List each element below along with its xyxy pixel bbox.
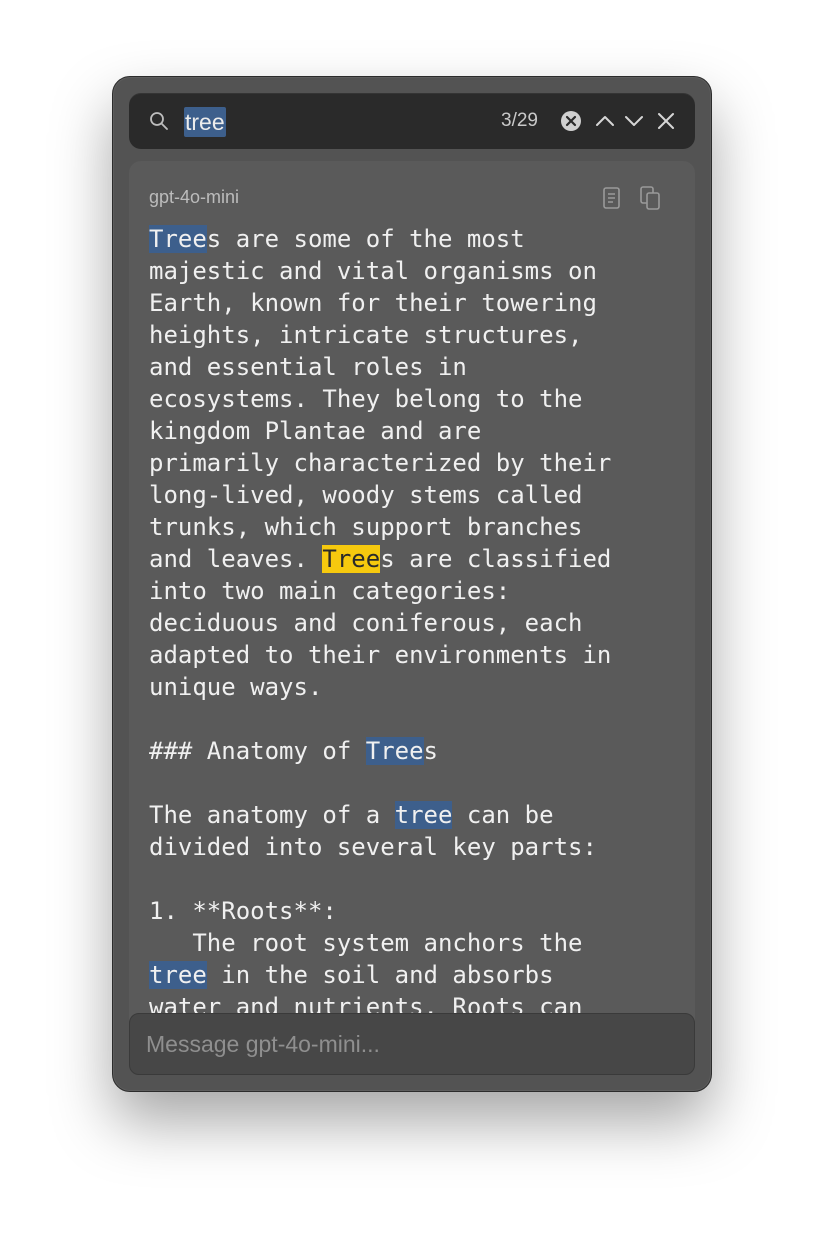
search-match: Tree	[149, 225, 207, 253]
text-run: s are some of the most	[206, 225, 525, 253]
text-run: ecosystems. They belong to the	[149, 385, 583, 413]
find-bar: tree 3/29	[129, 93, 695, 149]
text-run: in the soil and absorbs	[206, 961, 554, 989]
message-line: The root system anchors the	[149, 927, 689, 959]
text-run: primarily characterized by their	[149, 449, 612, 477]
text-run: Earth, known for their towering	[149, 289, 597, 317]
close-icon[interactable]	[654, 109, 678, 133]
model-name: gpt-4o-mini	[149, 187, 240, 207]
message-line: trunks, which support branches	[149, 511, 689, 543]
text-run: s are classified	[380, 545, 612, 573]
clear-search-icon[interactable]	[559, 109, 583, 133]
text-run: and leaves.	[149, 545, 323, 573]
message-line: and essential roles in	[149, 351, 689, 383]
text-run: divided into several key parts:	[149, 833, 597, 861]
search-icon	[150, 112, 168, 130]
message-line: kingdom Plantae and are	[149, 415, 689, 447]
document-icon[interactable]	[601, 185, 623, 211]
message-line: 1. **Roots**:	[149, 895, 689, 927]
message-line: heights, intricate structures,	[149, 319, 689, 351]
text-run: majestic and vital organisms on	[149, 257, 597, 285]
message-body: Trees are some of the most majestic and v…	[149, 223, 689, 1021]
chat-window: tree 3/29 gpt-4o-mini Trees are some of …	[112, 76, 712, 1092]
text-run: The anatomy of a	[149, 801, 395, 829]
assistant-message: gpt-4o-mini Trees are some of the most ma…	[129, 161, 695, 1021]
text-run: s	[423, 737, 438, 765]
message-line	[149, 863, 689, 895]
message-line: Earth, known for their towering	[149, 287, 689, 319]
message-line: tree in the soil and absorbs	[149, 959, 689, 991]
message-line: majestic and vital organisms on	[149, 255, 689, 287]
message-line: into two main categories:	[149, 575, 689, 607]
message-line: divided into several key parts:	[149, 831, 689, 863]
chevron-up-icon[interactable]	[593, 109, 617, 133]
text-run: can be	[452, 801, 554, 829]
find-input[interactable]: tree	[184, 107, 226, 137]
text-run: ### Anatomy of	[149, 737, 366, 765]
message-line: unique ways.	[149, 671, 689, 703]
message-line: Trees are some of the most	[149, 223, 689, 255]
message-line	[149, 767, 689, 799]
message-line: primarily characterized by their	[149, 447, 689, 479]
composer	[129, 1013, 695, 1075]
text-run: and essential roles in	[149, 353, 467, 381]
text-run: long-lived, woody stems called	[149, 481, 583, 509]
text-run: 1. **Roots**:	[149, 897, 337, 925]
message-line: long-lived, woody stems called	[149, 479, 689, 511]
search-match: Tree	[365, 737, 424, 765]
text-run: The root system anchors the	[149, 929, 583, 957]
message-line: deciduous and coniferous, each	[149, 607, 689, 639]
message-line	[149, 703, 689, 735]
text-run: deciduous and coniferous, each	[149, 609, 583, 637]
search-match: tree	[394, 801, 453, 829]
message-line: adapted to their environments in	[149, 639, 689, 671]
message-line: ### Anatomy of Trees	[149, 735, 689, 767]
text-run: kingdom Plantae and are	[149, 417, 482, 445]
message-line: The anatomy of a tree can be	[149, 799, 689, 831]
current-search-match: Tree	[322, 545, 381, 573]
copy-icon[interactable]	[639, 185, 661, 211]
text-run: into two main categories:	[149, 577, 511, 605]
search-match: tree	[149, 961, 207, 989]
message-input[interactable]	[146, 1014, 676, 1074]
text-run: adapted to their environments in	[149, 641, 612, 669]
message-line: and leaves. Trees are classified	[149, 543, 689, 575]
text-run: trunks, which support branches	[149, 513, 583, 541]
text-run: unique ways.	[149, 673, 323, 701]
text-run: heights, intricate structures,	[149, 321, 583, 349]
match-counter: 3/29	[501, 110, 538, 131]
chevron-down-icon[interactable]	[622, 109, 646, 133]
message-line: ecosystems. They belong to the	[149, 383, 689, 415]
